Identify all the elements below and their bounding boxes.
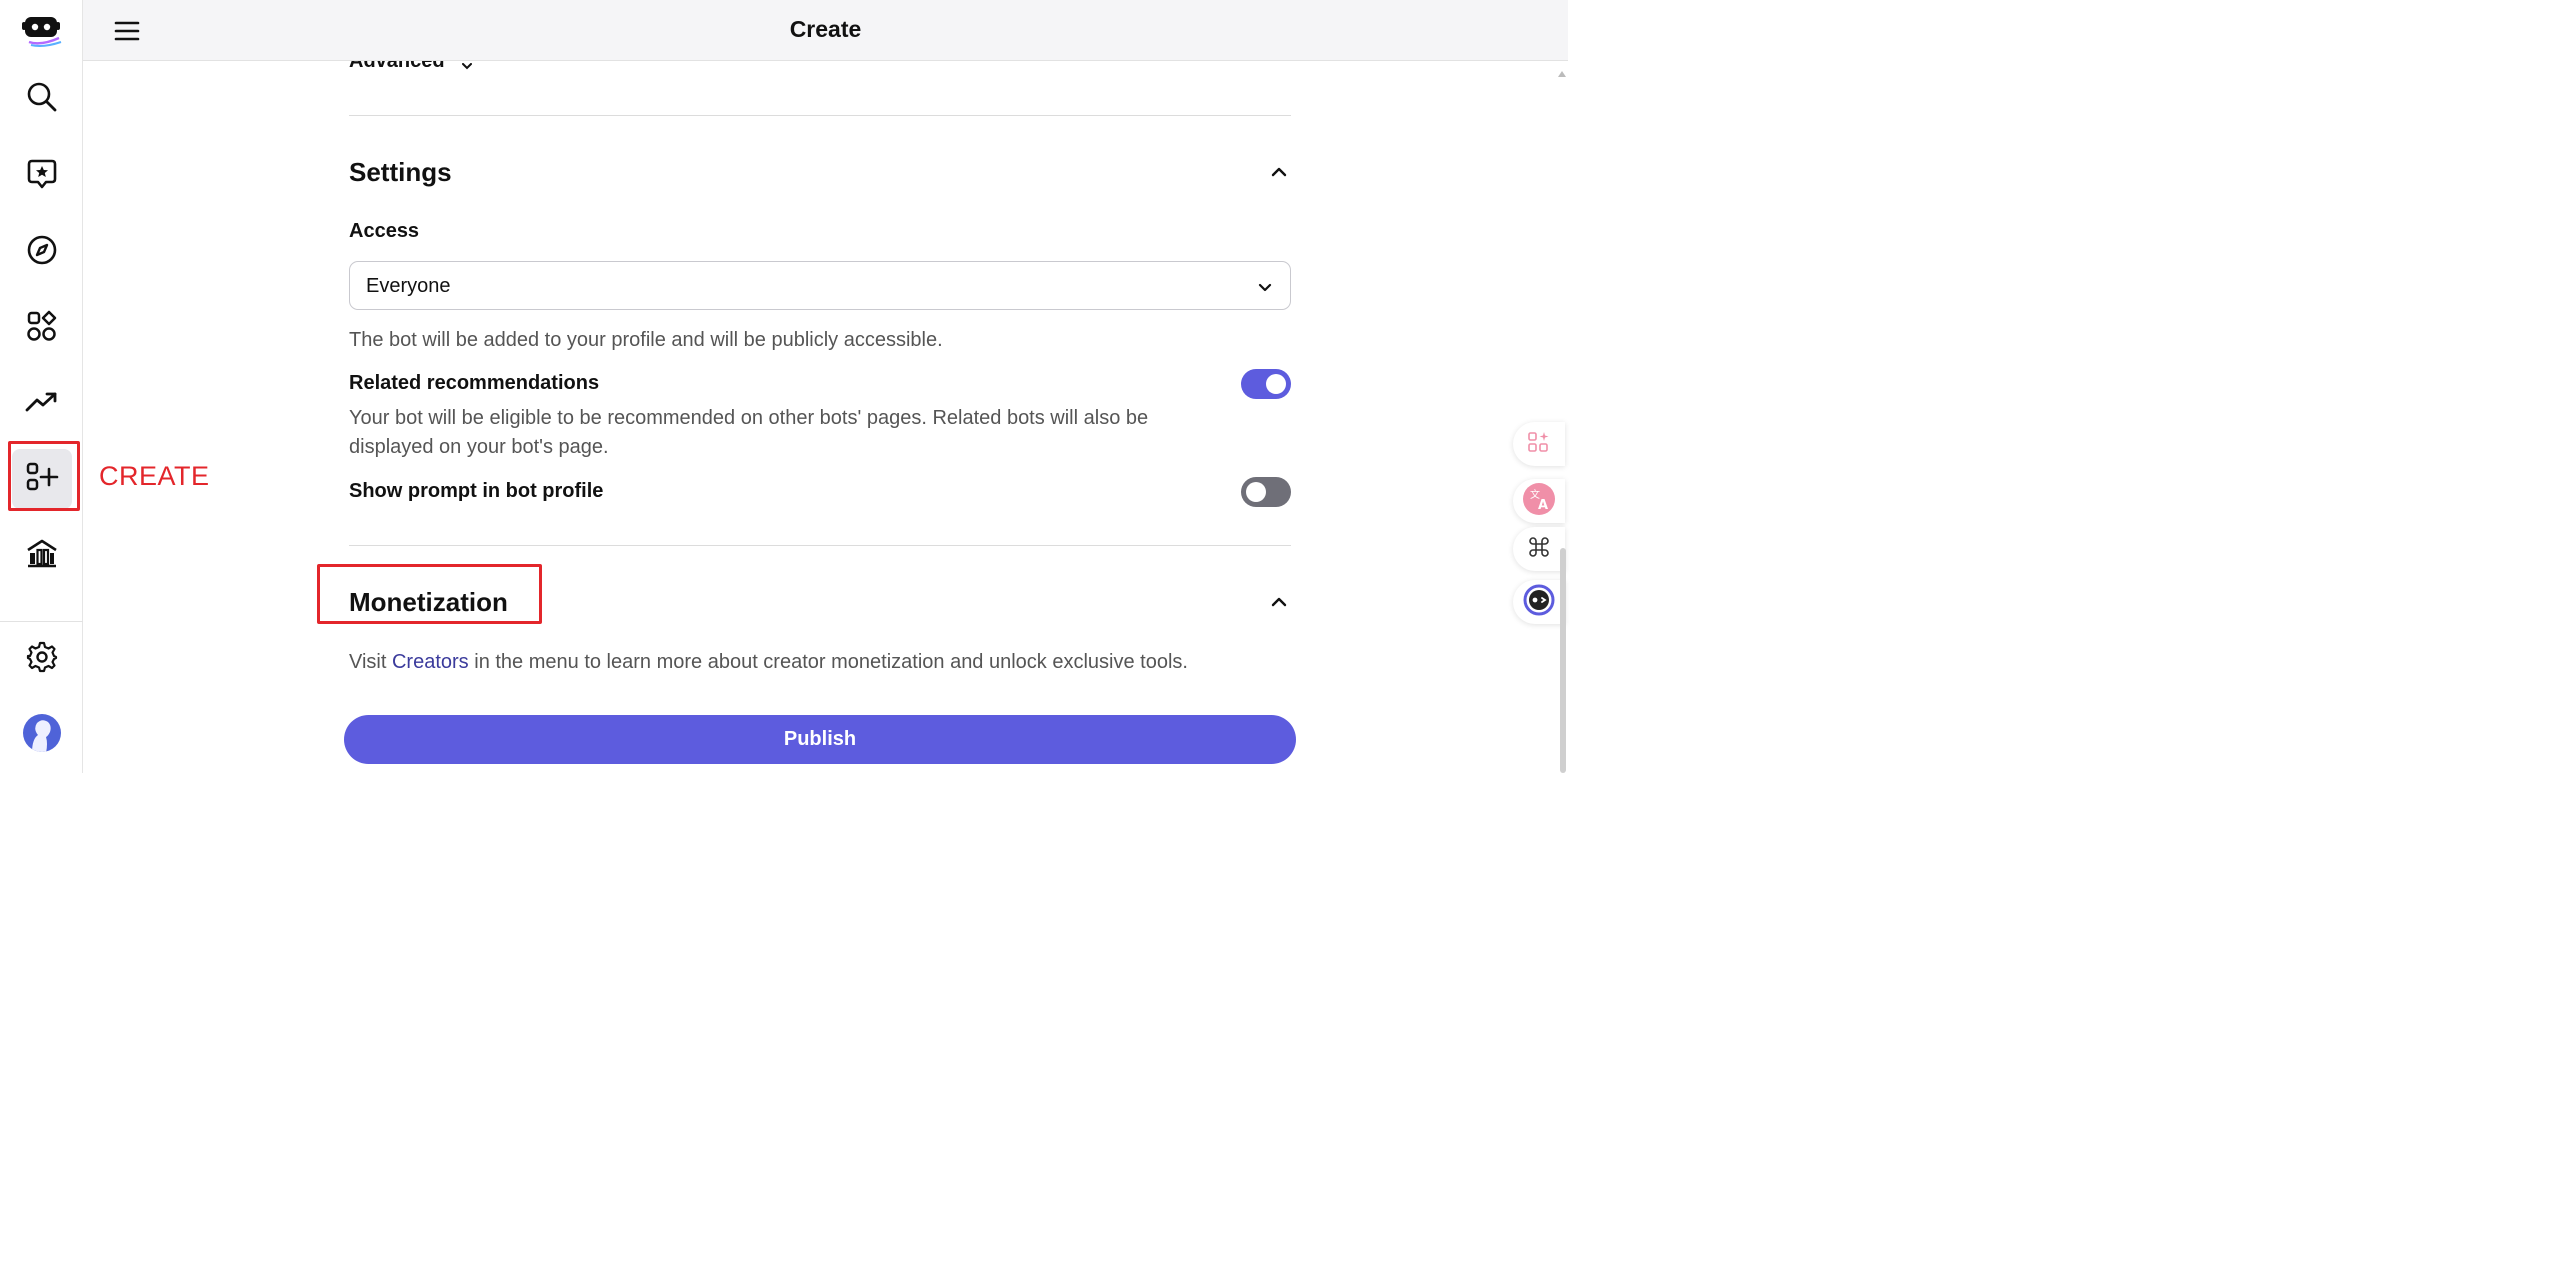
top-bar: Create bbox=[83, 0, 1568, 61]
apps-icon bbox=[26, 310, 58, 347]
creators-link[interactable]: Creators bbox=[392, 651, 469, 673]
poe-logo-icon bbox=[21, 12, 63, 53]
chat-star-icon bbox=[27, 158, 57, 195]
related-recommendations-label: Related recommendations bbox=[349, 372, 600, 394]
translate-icon: 文A bbox=[1522, 482, 1556, 521]
chevron-up-icon bbox=[1270, 595, 1288, 612]
divider bbox=[349, 115, 1291, 116]
divider bbox=[349, 545, 1291, 546]
avatar bbox=[22, 713, 62, 758]
sparkle-grid-icon bbox=[1527, 430, 1551, 459]
rail-search[interactable] bbox=[12, 69, 72, 129]
settings-collapse-button[interactable] bbox=[1270, 165, 1288, 177]
rail-creators[interactable] bbox=[12, 525, 72, 585]
creators-icon bbox=[25, 537, 59, 574]
chevron-down-icon bbox=[1258, 280, 1272, 298]
toggle-knob bbox=[1266, 374, 1286, 394]
settings-icon bbox=[26, 641, 58, 678]
scroll-up-arrow-icon[interactable] bbox=[1558, 64, 1566, 77]
create-annotation-label: CREATE bbox=[99, 461, 210, 491]
related-recommendations-help-text: Your bot will be eligible to be recommen… bbox=[349, 407, 1149, 458]
monetization-title: Monetization bbox=[349, 587, 508, 617]
scrollbar-thumb[interactable] bbox=[1560, 548, 1566, 773]
create-bot-icon bbox=[25, 460, 59, 499]
show-prompt-toggle[interactable] bbox=[1241, 477, 1291, 507]
rail-apps[interactable] bbox=[12, 298, 72, 358]
left-rail bbox=[0, 0, 83, 773]
search-icon bbox=[26, 81, 58, 118]
advanced-toggle[interactable]: Advanced bbox=[349, 61, 649, 75]
settings-title: Settings bbox=[349, 157, 452, 187]
rail-explore[interactable] bbox=[12, 222, 72, 282]
access-select-value: Everyone bbox=[366, 275, 451, 297]
publish-button[interactable]: Publish bbox=[344, 715, 1296, 764]
page-title: Create bbox=[789, 16, 862, 42]
trending-icon bbox=[25, 390, 59, 419]
compass-icon bbox=[26, 234, 58, 271]
chevron-up-icon bbox=[1270, 165, 1288, 182]
access-label: Access bbox=[349, 220, 420, 242]
rail-create[interactable] bbox=[12, 449, 72, 509]
rail-chats[interactable] bbox=[12, 146, 72, 206]
monetization-help-suffix: in the menu to learn more about creator … bbox=[468, 651, 1188, 673]
poe-logo[interactable] bbox=[12, 2, 72, 62]
monetization-help-prefix: Visit bbox=[349, 651, 392, 673]
svg-text:A: A bbox=[1538, 498, 1548, 513]
rail-trending[interactable] bbox=[12, 374, 72, 434]
assistant-bot-icon bbox=[1523, 584, 1555, 621]
monetization-collapse-button[interactable] bbox=[1270, 595, 1288, 607]
monetization-help-text: Visit Creators in the menu to learn more… bbox=[349, 648, 1291, 677]
access-help-text: The bot will be added to your profile an… bbox=[349, 329, 943, 351]
command-icon bbox=[1528, 536, 1550, 563]
advanced-label: Advanced bbox=[349, 61, 445, 72]
related-recommendations-toggle[interactable] bbox=[1241, 369, 1291, 399]
rail-settings[interactable] bbox=[12, 629, 72, 689]
toggle-knob bbox=[1246, 482, 1266, 502]
rail-profile[interactable] bbox=[12, 705, 72, 765]
rail-divider bbox=[0, 621, 83, 622]
chevron-down-icon bbox=[462, 61, 472, 75]
access-select[interactable]: Everyone bbox=[349, 261, 1291, 310]
show-prompt-label: Show prompt in bot profile bbox=[349, 480, 604, 502]
